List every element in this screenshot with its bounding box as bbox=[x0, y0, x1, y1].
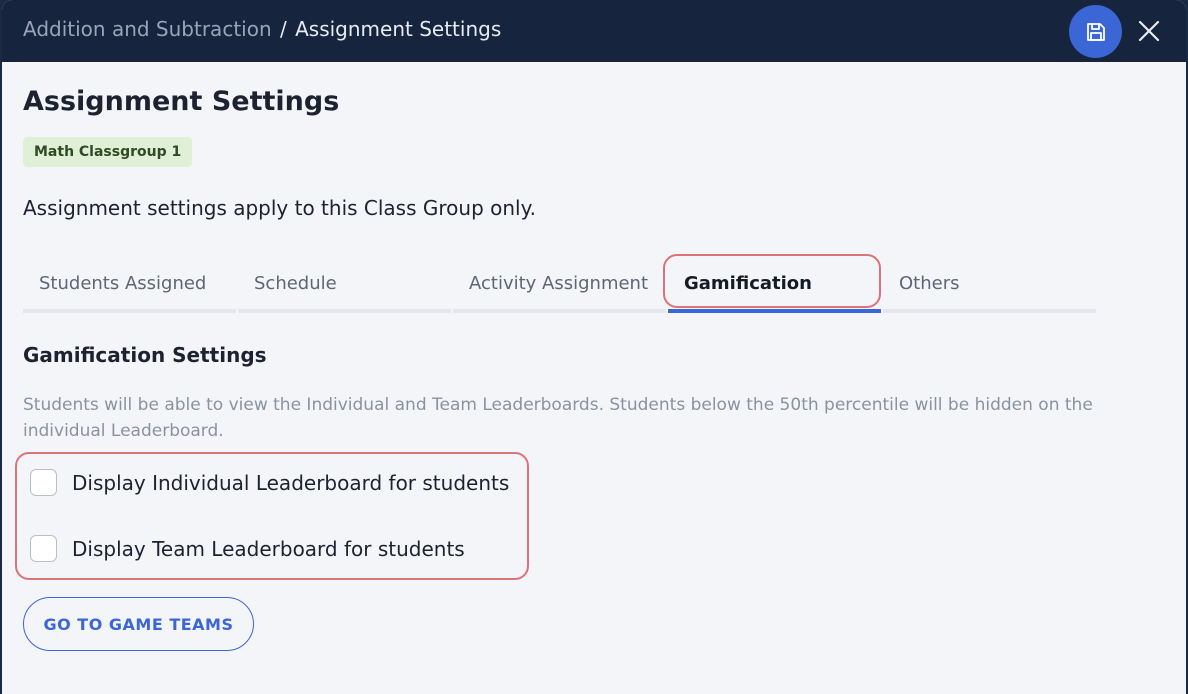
breadcrumb-parent[interactable]: Addition and Subtraction bbox=[23, 17, 272, 41]
gamification-description: Students will be able to view the Indivi… bbox=[23, 395, 1093, 441]
tab-activity-assignment[interactable]: Activity Assignment bbox=[453, 255, 666, 313]
tab-gamification[interactable]: Gamification bbox=[668, 255, 881, 313]
class-group-badge: Math Classgroup 1 bbox=[23, 137, 193, 167]
tab-label: Activity Assignment bbox=[469, 273, 649, 294]
gamification-settings-title: Gamification Settings bbox=[23, 343, 267, 367]
leaderboard-options-highlight: Display Individual Leaderboard for stude… bbox=[15, 452, 529, 580]
tab-label: Others bbox=[899, 273, 960, 294]
tab-others[interactable]: Others bbox=[883, 255, 1096, 313]
close-icon bbox=[1138, 20, 1160, 42]
title-bar: Addition and Subtraction / Assignment Se… bbox=[2, 0, 1186, 62]
team-leaderboard-checkbox[interactable] bbox=[30, 535, 57, 562]
tab-label: Students Assigned bbox=[39, 273, 207, 294]
breadcrumb-separator: / bbox=[279, 17, 287, 41]
individual-leaderboard-checkbox[interactable] bbox=[30, 469, 57, 496]
save-button[interactable] bbox=[1069, 5, 1122, 58]
individual-leaderboard-label: Display Individual Leaderboard for stude… bbox=[72, 470, 510, 495]
page-title: Assignment Settings bbox=[23, 86, 340, 117]
tab-students-assigned[interactable]: Students Assigned bbox=[23, 255, 236, 313]
breadcrumb: Addition and Subtraction / Assignment Se… bbox=[23, 17, 501, 41]
team-leaderboard-option[interactable]: Display Team Leaderboard for students bbox=[30, 535, 465, 562]
go-to-game-teams-button[interactable]: GO TO GAME TEAMS bbox=[23, 597, 254, 651]
save-icon bbox=[1086, 22, 1105, 41]
tab-schedule[interactable]: Schedule bbox=[238, 255, 451, 313]
team-leaderboard-label: Display Team Leaderboard for students bbox=[72, 536, 465, 561]
individual-leaderboard-option[interactable]: Display Individual Leaderboard for stude… bbox=[30, 469, 509, 496]
close-button[interactable] bbox=[1134, 14, 1164, 48]
tab-label: Gamification bbox=[684, 273, 812, 294]
assignment-settings-modal: Addition and Subtraction / Assignment Se… bbox=[2, 0, 1186, 694]
settings-tabs: Students Assigned Schedule Activity Assi… bbox=[23, 254, 1096, 313]
page-description: Assignment settings apply to this Class … bbox=[23, 196, 536, 220]
breadcrumb-current: Assignment Settings bbox=[295, 17, 502, 41]
tab-label: Schedule bbox=[254, 273, 337, 294]
